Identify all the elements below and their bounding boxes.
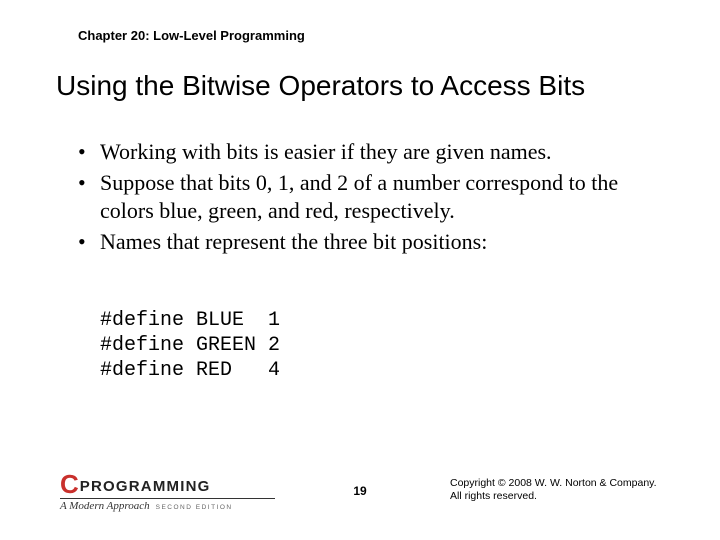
book-logo: C PROGRAMMING A Modern Approach SECOND E… (60, 471, 275, 512)
page-number: 19 (353, 484, 366, 498)
bullet-item: Suppose that bits 0, 1, and 2 of a numbe… (78, 169, 660, 226)
logo-subtitle: A Modern Approach (60, 500, 150, 512)
logo-edition: SECOND EDITION (156, 504, 233, 511)
logo-word: PROGRAMMING (80, 479, 211, 494)
footer: C PROGRAMMING A Modern Approach SECOND E… (0, 464, 720, 512)
bullet-item: Working with bits is easier if they are … (78, 138, 660, 167)
copyright: Copyright © 2008 W. W. Norton & Company.… (450, 477, 660, 504)
bullet-list: Working with bits is easier if they are … (78, 138, 660, 258)
bullet-item: Names that represent the three bit posit… (78, 228, 660, 257)
copyright-line: Copyright © 2008 W. W. Norton & Company. (450, 477, 660, 491)
logo-c-letter: C (60, 471, 78, 497)
chapter-label: Chapter 20: Low-Level Programming (78, 28, 305, 43)
code-block: #define BLUE 1 #define GREEN 2 #define R… (100, 308, 280, 383)
copyright-line: All rights reserved. (450, 490, 660, 504)
slide-title: Using the Bitwise Operators to Access Bi… (56, 70, 585, 102)
